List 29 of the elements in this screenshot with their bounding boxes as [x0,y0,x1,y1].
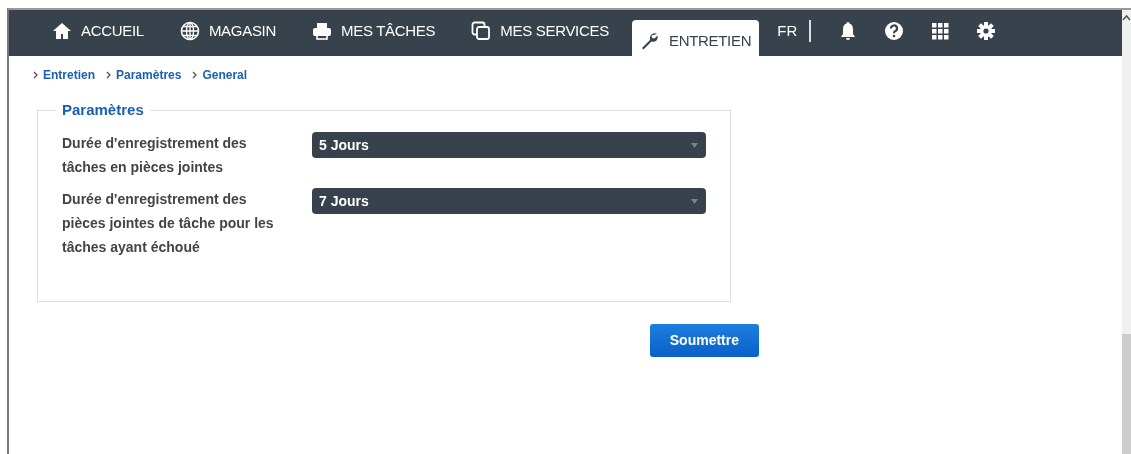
breadcrumb-link[interactable]: General [202,66,248,84]
help-icon[interactable] [884,21,905,41]
nav-tab[interactable]: MAGASIN [166,10,289,56]
settings-icon[interactable] [976,21,997,41]
nav-tab[interactable]: MES SERVICES [458,10,622,56]
globe-icon [179,21,200,41]
printer-icon [312,21,332,41]
home-icon [52,21,72,41]
nav-tab[interactable]: ENTRETIEN [631,20,760,56]
submit-button[interactable]: Soumettre [649,324,759,357]
chevron-icon [106,71,111,79]
caret-icon [691,198,698,204]
dropdown[interactable]: 5 Jours [312,132,706,158]
grid-icon[interactable] [930,21,951,41]
nav-tab[interactable]: MES TÂCHES [299,10,449,56]
chevron-icon [192,71,198,79]
copies-icon [471,21,492,41]
scrollbar[interactable] [1122,10,1131,454]
caret-icon [691,142,698,148]
dropdown[interactable]: 7 Jours [312,188,706,214]
field-label: Durée d'enregistrement des tâches en pièces jointes [62,134,248,177]
scrollbar-thumb[interactable] [1122,334,1131,454]
field-label: Durée d'enregistrement des pièces jointes de tâche pour les tâches ayant échoué [62,190,275,257]
language-selector[interactable]: FR [769,10,806,56]
nav-tab[interactable]: ACCUEIL [39,10,157,56]
chevron-icon [33,71,38,79]
breadcrumb-link[interactable]: Entretien [43,66,95,84]
breadcrumb-link[interactable]: Paramètres [116,66,182,84]
scroll-up-icon[interactable] [1122,14,1131,22]
